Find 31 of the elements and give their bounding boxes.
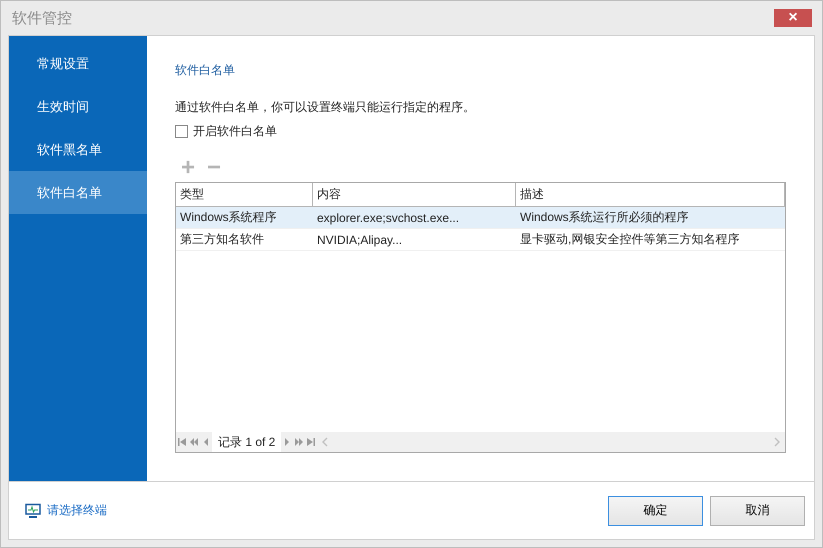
- scroll-left-icon[interactable]: [321, 437, 330, 447]
- table-cell-text: 显卡驱动,网银安全控件等第三方知名程序: [519, 231, 740, 248]
- table-cell-text: Windows系统程序: [179, 209, 278, 226]
- monitor-icon: [25, 502, 41, 518]
- checkbox[interactable]: [175, 125, 188, 138]
- select-terminal-link[interactable]: 请选择终端: [25, 502, 107, 519]
- column-header[interactable]: 类型: [176, 183, 313, 206]
- close-button[interactable]: ×: [774, 9, 812, 27]
- column-header[interactable]: 描述: [516, 183, 785, 206]
- table-cell-text: Windows系统运行所必须的程序: [519, 209, 690, 226]
- table-cell-text: NVIDIA;Alipay...: [316, 232, 404, 248]
- table-cell-text: 第三方知名软件: [179, 231, 265, 248]
- window-title: 软件管控: [12, 8, 72, 28]
- sidebar-item[interactable]: 常规设置: [9, 42, 147, 85]
- section-title: 软件白名单: [175, 62, 236, 79]
- first-page-icon[interactable]: [177, 437, 187, 447]
- table-row[interactable]: Windows系统程序 explorer.exe;svchost.exe... Windows系统运行所必须的程序: [176, 207, 785, 229]
- sidebar-item[interactable]: 生效时间: [9, 85, 147, 128]
- table-cell-text: explorer.exe;svchost.exe...: [316, 210, 460, 226]
- pager-label: 记录 1 of 2: [212, 432, 282, 452]
- previous-group-icon[interactable]: [189, 437, 199, 447]
- dialog-button[interactable]: 确定: [608, 496, 703, 526]
- last-page-icon[interactable]: [306, 437, 316, 447]
- sidebar-item[interactable]: 软件白名单: [9, 171, 147, 214]
- column-header[interactable]: 内容: [313, 183, 516, 206]
- next-group-icon[interactable]: [294, 437, 304, 447]
- description-text: 通过软件白名单，你可以设置终端只能运行指定的程序。: [175, 99, 476, 116]
- dialog-button[interactable]: 取消: [710, 496, 805, 526]
- sidebar-item[interactable]: 软件黑名单: [9, 128, 147, 171]
- scroll-right-icon[interactable]: [773, 437, 781, 447]
- checkbox-label: 开启软件白名单: [193, 123, 277, 140]
